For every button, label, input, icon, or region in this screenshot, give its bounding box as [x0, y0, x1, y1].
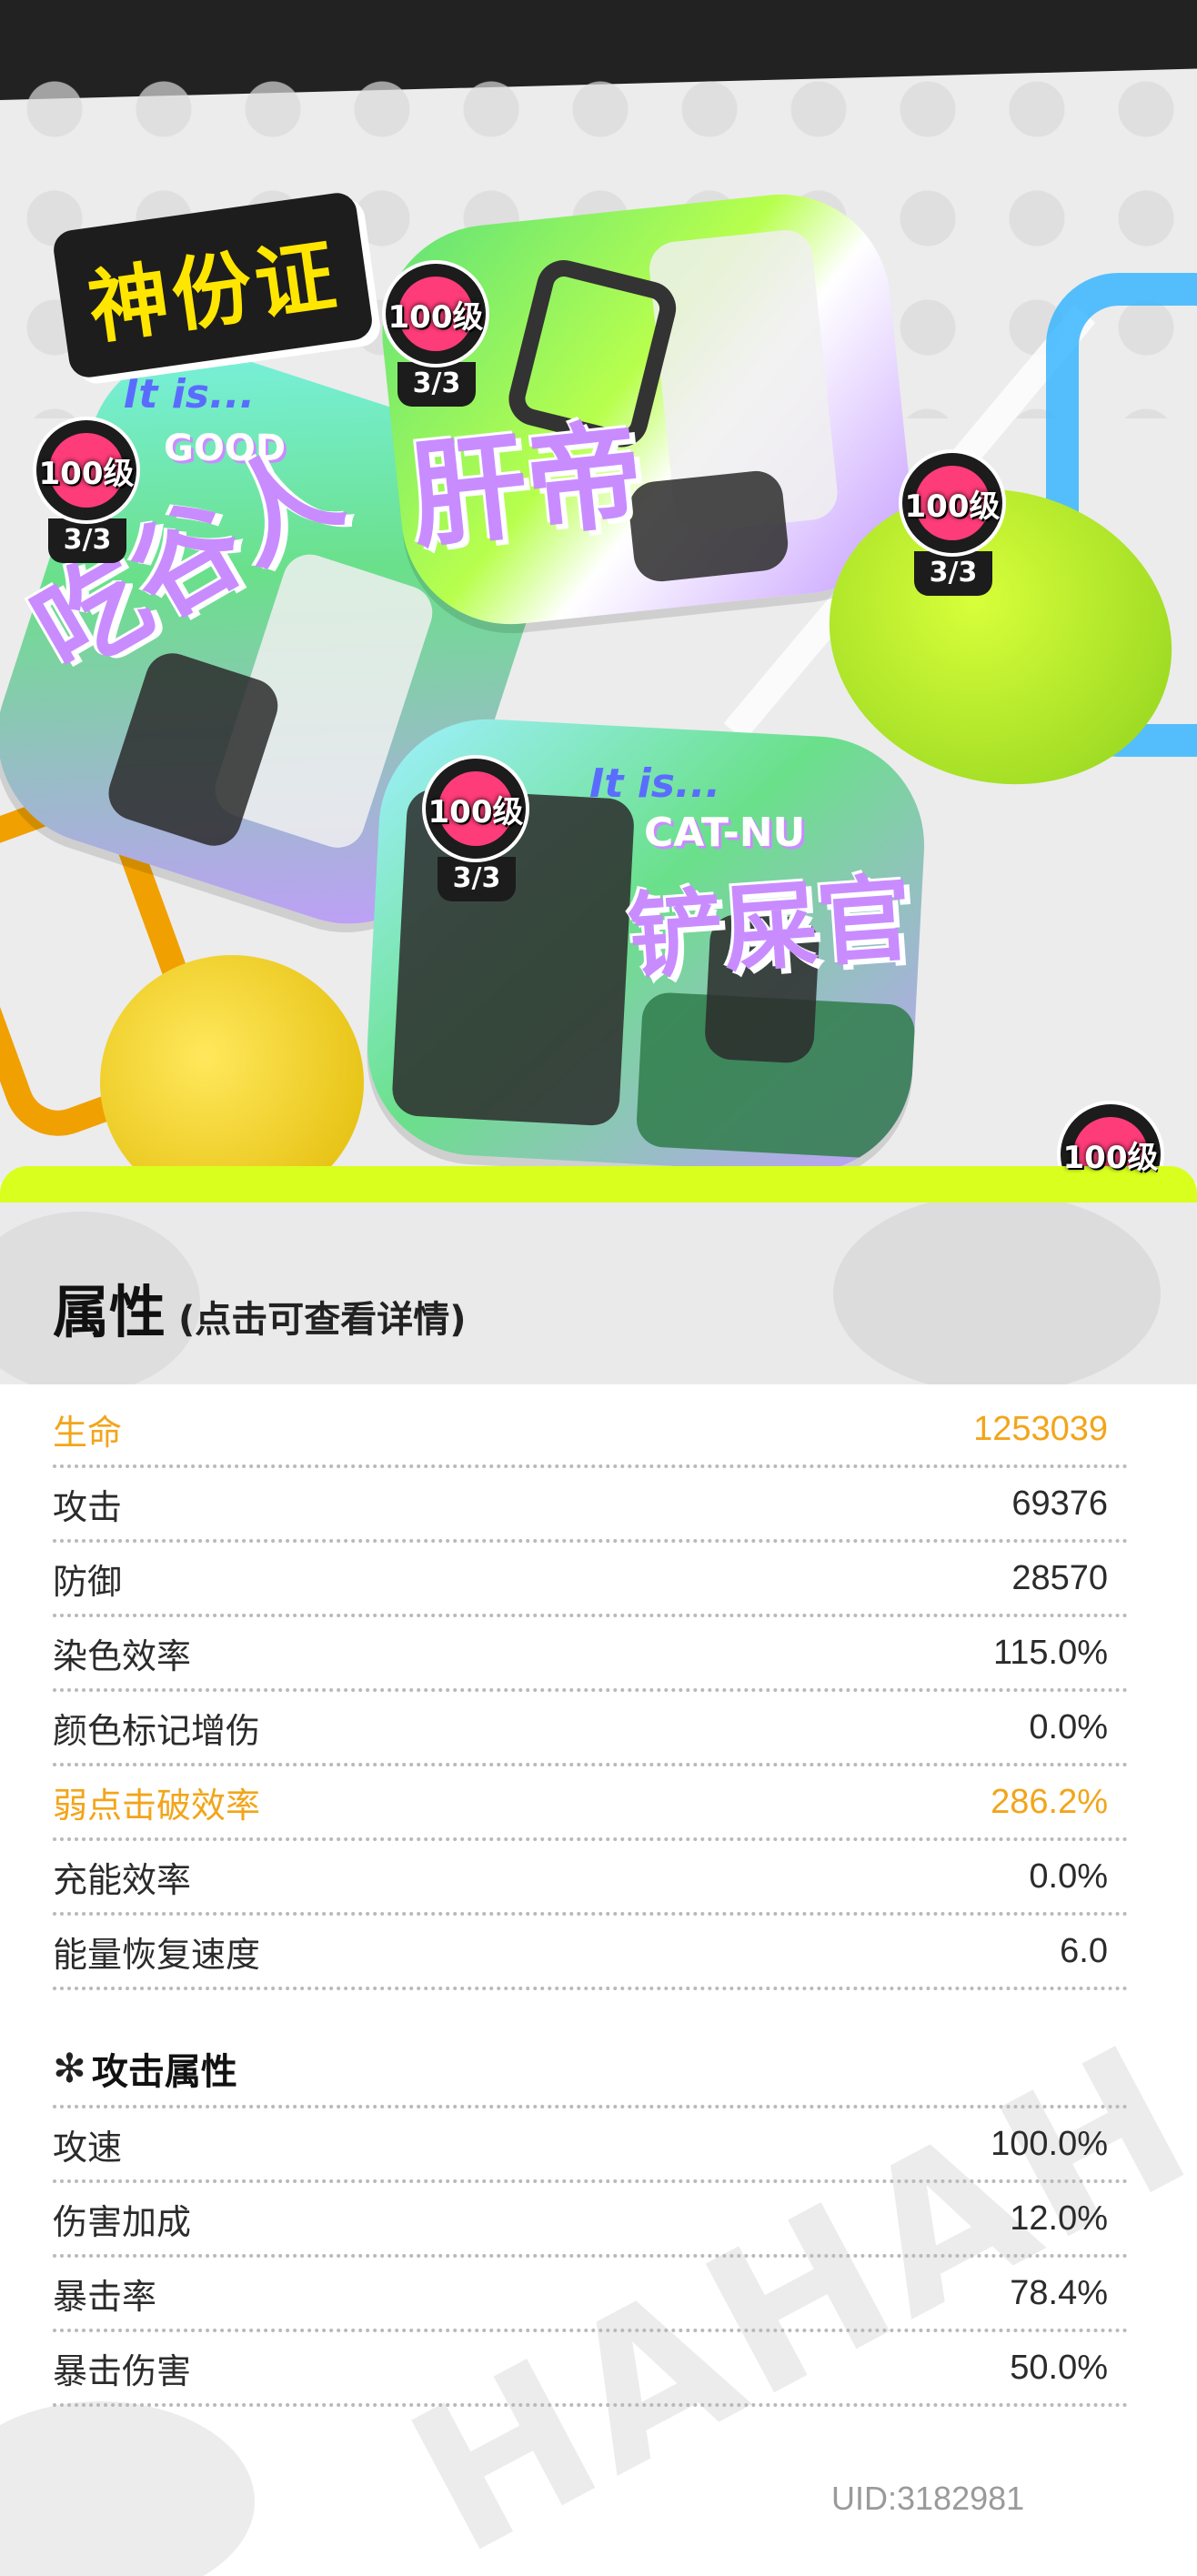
level-badge: 100级 3/3: [899, 449, 1008, 596]
stat-label: 攻速: [53, 2127, 123, 2168]
stat-row[interactable]: 颜色标记增伤 0.0%: [53, 1692, 1128, 1766]
stat-value: 0.0%: [1029, 1707, 1108, 1746]
stat-value: 100.0%: [991, 2124, 1108, 2163]
attributes-title: 属性 (点击可查看详情): [53, 1266, 467, 1348]
attack-section-title: 攻击属性: [91, 2051, 237, 2093]
level-count: 3/3: [438, 857, 516, 901]
stat-value: 1253039: [973, 1409, 1108, 1448]
level-count: 3/3: [48, 518, 126, 563]
stat-value: 28570: [1011, 1558, 1108, 1597]
stat-label: 暴击率: [53, 2276, 157, 2317]
stat-label: 攻击: [53, 1486, 123, 1527]
identity-card-banner: It is... GOOD 吃谷人 肝帝 It is... CAT-NU 铲屎官…: [0, 0, 1197, 1182]
stat-value: 0.0%: [1029, 1857, 1108, 1896]
bg-doodle: [833, 1202, 1161, 1384]
stat-row[interactable]: 染色效率 115.0%: [53, 1617, 1128, 1692]
card-caption: It is...: [589, 760, 721, 807]
stat-label: 暴击伤害: [53, 2350, 192, 2391]
stat-label: 伤害加成: [53, 2201, 192, 2242]
stat-label: 颜色标记增伤: [53, 1710, 261, 1751]
stat-label: 充能效率: [53, 1859, 192, 1900]
card-caption: It is...: [124, 371, 256, 418]
stat-row[interactable]: 能量恢复速度 6.0: [53, 1916, 1128, 1990]
card-title: 铲屎官: [624, 862, 916, 993]
stat-value: 6.0: [1060, 1931, 1108, 1970]
stat-value: 115.0%: [992, 1633, 1108, 1672]
level-badge: 100级 3/3: [33, 417, 142, 563]
stat-value: 12.0%: [1010, 2199, 1108, 2238]
stat-label: 弱点击破效率: [53, 1785, 261, 1826]
stat-value: 69376: [1011, 1484, 1108, 1523]
attributes-header[interactable]: 属性 (点击可查看详情): [0, 1202, 1197, 1384]
character-legs: [626, 468, 791, 585]
card-title: 肝帝: [404, 406, 650, 566]
character-profile-page: It is... GOOD 吃谷人 肝帝 It is... CAT-NU 铲屎官…: [0, 0, 1197, 2576]
level-text: 100级: [38, 455, 135, 492]
level-count: 3/3: [397, 362, 476, 407]
attributes-title-text: 属性: [53, 1279, 166, 1345]
stat-row[interactable]: 生命 1253039: [53, 1394, 1128, 1468]
level-text: 100级: [904, 488, 1001, 525]
level-count: 3/3: [914, 551, 992, 596]
stat-value: 286.2%: [991, 1782, 1108, 1821]
stat-row[interactable]: 攻速 100.0%: [53, 2108, 1128, 2183]
stat-value: 50.0%: [1010, 2348, 1108, 2387]
stat-row[interactable]: 伤害加成 12.0%: [53, 2183, 1128, 2258]
level-text: 100级: [428, 793, 524, 830]
stat-label: 防御: [53, 1561, 123, 1602]
stat-row[interactable]: 暴击伤害 50.0%: [53, 2332, 1128, 2407]
level-text: 100级: [1062, 1139, 1159, 1176]
level-text: 100级: [387, 298, 484, 336]
stat-label: 生命: [53, 1412, 123, 1453]
gear-icon: ✻: [53, 2045, 86, 2092]
level-badge: 100级 3/3: [382, 260, 491, 407]
attributes-subtitle: (点击可查看详情): [178, 1299, 467, 1341]
stat-row[interactable]: 充能效率 0.0%: [53, 1841, 1128, 1916]
stat-value: 78.4%: [1010, 2273, 1108, 2312]
stat-row[interactable]: 弱点击破效率 286.2%: [53, 1766, 1128, 1841]
stat-label: 能量恢复速度: [53, 1934, 261, 1975]
stat-row[interactable]: 暴击率 78.4%: [53, 2258, 1128, 2332]
level-badge: 100级: [1057, 1101, 1166, 1182]
attack-section-header: ✻ 攻击属性: [53, 2032, 1128, 2108]
uid-label: UID:3182981: [831, 2480, 1025, 2517]
level-badge: 100级 3/3: [422, 755, 531, 901]
stat-row[interactable]: 攻击 69376: [53, 1468, 1128, 1543]
stat-row[interactable]: 防御 28570: [53, 1543, 1128, 1617]
stat-label: 染色效率: [53, 1635, 192, 1676]
